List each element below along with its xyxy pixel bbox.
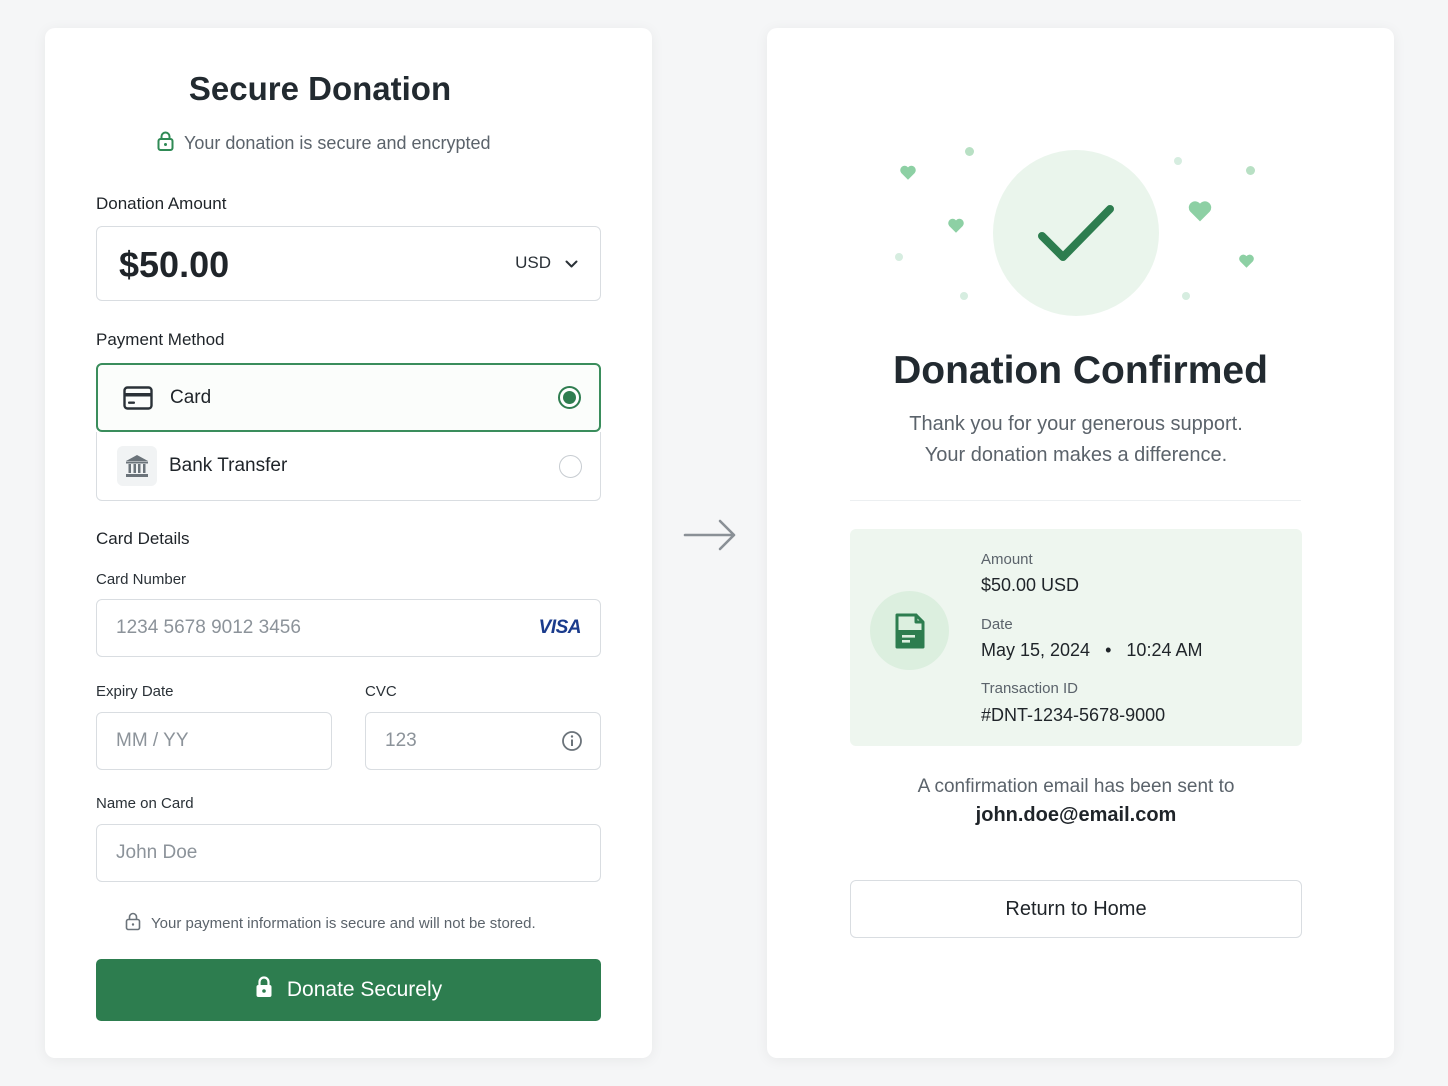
confetti-dot [895,253,903,261]
payment-method-bank[interactable]: Bank Transfer [96,432,601,501]
confirmation-message: Thank you for your generous support. You… [767,409,1385,471]
heart-icon [1188,201,1212,222]
donation-form-card: Secure Donation Your donation is secure … [45,28,652,1058]
return-home-label: Return to Home [1005,897,1147,920]
confetti-dot [1246,166,1255,175]
visa-logo: VISA [538,617,582,638]
payment-method-label: Payment Method [96,330,225,349]
card-number-field[interactable]: VISA [96,599,601,657]
card-details-heading: Card Details [96,529,190,548]
currency-value: USD [515,253,551,272]
method-label-card: Card [170,386,212,408]
method-label-bank: Bank Transfer [169,455,288,476]
confetti-dot [960,292,968,300]
lock-icon [255,976,273,1004]
expiry-label: Expiry Date [96,683,174,700]
page-title: Secure Donation [188,70,452,107]
transaction-id-value: #DNT-1234-5678-9000 [981,705,1166,725]
amount-field[interactable]: $50.00 USD [96,226,601,301]
chevron-down-icon [565,253,578,273]
expiry-input[interactable] [97,713,331,769]
date-value: May 15, 2024 • 10:24 AM [981,640,1202,661]
amount-key: Amount [981,551,1033,568]
confetti-dot [1182,292,1190,300]
receipt-icon [870,591,949,670]
radio-selected[interactable] [558,386,581,409]
confetti-dot [1174,157,1182,165]
donate-button[interactable]: Donate Securely [96,959,601,1021]
time-text: 10:24 AM [1126,640,1203,660]
name-input[interactable] [97,825,600,881]
email-address: john.doe@email.com [975,804,1177,826]
message-line-1: Thank you for your generous support. [909,413,1243,435]
arrow-right-icon [683,518,739,557]
transaction-id-key: Transaction ID [981,680,1078,697]
return-home-button[interactable]: Return to Home [850,880,1302,938]
donate-button-label: Donate Securely [286,978,443,1001]
security-notice: Your payment information is secure and w… [125,912,536,935]
amount-value[interactable]: $50.00 [119,244,229,286]
name-field[interactable] [96,824,601,882]
amount-value: $50.00 USD [981,575,1080,595]
separator-dot: • [1105,640,1112,660]
security-notice-text: Your payment information is secure and w… [151,915,536,932]
cvc-label: CVC [365,683,397,700]
cvc-field[interactable] [365,712,601,770]
message-line-2: Your donation makes a difference. [924,444,1228,466]
subtitle-text: Your donation is secure and encrypted [184,133,491,153]
confirmation-title: Donation Confirmed [893,349,1268,392]
checkmark-icon [1038,205,1114,261]
confirmation-card: Donation Confirmed Thank you for your ge… [767,28,1394,1058]
credit-card-icon [118,378,158,418]
card-number-input[interactable] [97,600,600,656]
lock-icon [157,131,174,156]
heart-icon [900,165,916,180]
bank-icon [117,446,157,486]
receipt-panel: Amount $50.00 USD Date May 15, 2024 • 10… [850,529,1302,746]
radio-unselected[interactable] [559,454,582,478]
heart-icon [1239,254,1254,268]
name-label: Name on Card [96,795,194,812]
info-icon[interactable] [561,730,583,757]
date-key: Date [981,616,1013,633]
expiry-field[interactable] [96,712,332,770]
email-notice: A confirmation email has been sent to [917,776,1235,797]
date-text: May 15, 2024 [981,640,1091,660]
amount-label: Donation Amount [96,194,227,213]
divider [850,500,1301,501]
secure-subtitle: Your donation is secure and encrypted [157,131,491,156]
heart-icon [948,218,964,233]
payment-method-card[interactable]: Card [96,363,601,432]
card-number-label: Card Number [96,571,187,588]
confetti-dot [965,147,974,156]
currency-select[interactable]: USD [515,253,578,273]
lock-icon [125,912,141,935]
